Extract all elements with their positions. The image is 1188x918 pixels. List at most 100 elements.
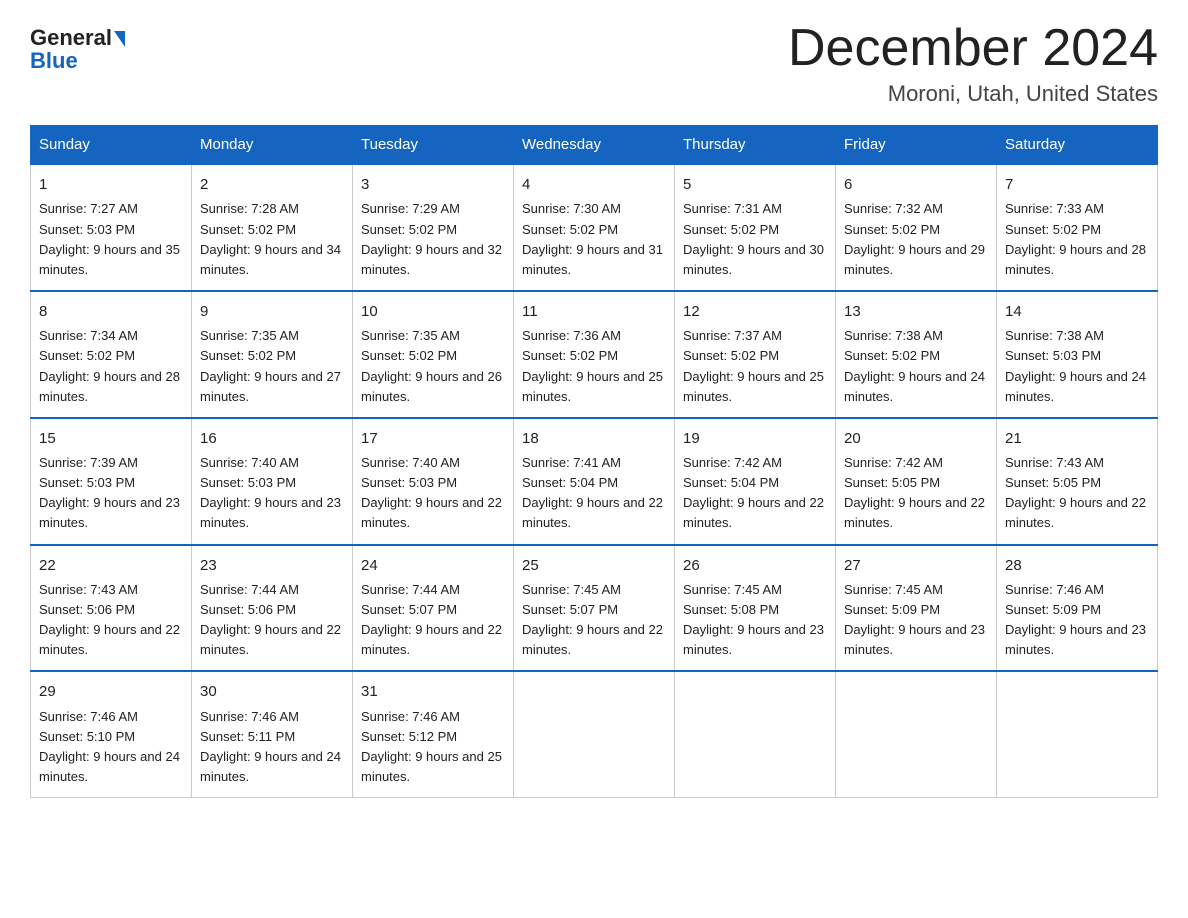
day-info: Sunrise: 7:32 AMSunset: 5:02 PMDaylight:… [844, 201, 985, 276]
day-cell: 19Sunrise: 7:42 AMSunset: 5:04 PMDayligh… [675, 418, 836, 545]
day-number: 4 [522, 173, 666, 196]
day-cell: 30 Sunrise: 7:46 AMSunset: 5:11 PMDayligh… [192, 671, 353, 797]
day-info: Sunrise: 7:46 AMSunset: 5:09 PMDaylight:… [1005, 582, 1146, 657]
day-cell: 17 Sunrise: 7:40 AMSunset: 5:03 PMDayligh… [353, 418, 514, 545]
day-info: Sunrise: 7:35 AMSunset: 5:02 PMDaylight:… [361, 328, 502, 403]
day-info: Sunrise: 7:44 AMSunset: 5:07 PMDaylight:… [361, 582, 502, 657]
day-info: Sunrise: 7:39 AMSunset: 5:03 PMDaylight:… [39, 455, 180, 530]
day-info: Sunrise: 7:42 AMSunset: 5:05 PMDaylight:… [844, 455, 985, 530]
day-number: 20 [844, 427, 988, 450]
day-number: 5 [683, 173, 827, 196]
day-info: Sunrise: 7:40 AMSunset: 5:03 PMDaylight:… [200, 455, 341, 530]
day-cell [675, 671, 836, 797]
day-number: 6 [844, 173, 988, 196]
day-cell: 29 Sunrise: 7:46 AMSunset: 5:10 PMDayligh… [31, 671, 192, 797]
location-title: Moroni, Utah, United States [788, 81, 1158, 107]
day-info: Sunrise: 7:38 AMSunset: 5:03 PMDaylight:… [1005, 328, 1146, 403]
day-info: Sunrise: 7:30 AMSunset: 5:02 PMDaylight:… [522, 201, 663, 276]
day-cell [514, 671, 675, 797]
day-number: 8 [39, 300, 183, 323]
logo-general: General [30, 26, 112, 50]
day-cell: 6 Sunrise: 7:32 AMSunset: 5:02 PMDaylight… [836, 164, 997, 291]
day-cell: 3 Sunrise: 7:29 AMSunset: 5:02 PMDaylight… [353, 164, 514, 291]
day-cell: 7Sunrise: 7:33 AMSunset: 5:02 PMDaylight… [997, 164, 1158, 291]
day-cell: 14Sunrise: 7:38 AMSunset: 5:03 PMDayligh… [997, 291, 1158, 418]
day-number: 2 [200, 173, 344, 196]
day-info: Sunrise: 7:33 AMSunset: 5:02 PMDaylight:… [1005, 201, 1146, 276]
day-cell: 22 Sunrise: 7:43 AMSunset: 5:06 PMDayligh… [31, 545, 192, 672]
day-info: Sunrise: 7:43 AMSunset: 5:05 PMDaylight:… [1005, 455, 1146, 530]
logo: General Blue [30, 20, 125, 74]
day-number: 31 [361, 680, 505, 703]
day-info: Sunrise: 7:28 AMSunset: 5:02 PMDaylight:… [200, 201, 341, 276]
week-row-5: 29 Sunrise: 7:46 AMSunset: 5:10 PMDayligh… [31, 671, 1158, 797]
day-cell: 9 Sunrise: 7:35 AMSunset: 5:02 PMDaylight… [192, 291, 353, 418]
day-info: Sunrise: 7:44 AMSunset: 5:06 PMDaylight:… [200, 582, 341, 657]
day-info: Sunrise: 7:46 AMSunset: 5:10 PMDaylight:… [39, 709, 180, 784]
day-cell: 10 Sunrise: 7:35 AMSunset: 5:02 PMDayligh… [353, 291, 514, 418]
week-row-1: 1Sunrise: 7:27 AMSunset: 5:03 PMDaylight… [31, 164, 1158, 291]
day-number: 19 [683, 427, 827, 450]
week-row-3: 15Sunrise: 7:39 AMSunset: 5:03 PMDayligh… [31, 418, 1158, 545]
day-info: Sunrise: 7:40 AMSunset: 5:03 PMDaylight:… [361, 455, 502, 530]
day-cell: 27 Sunrise: 7:45 AMSunset: 5:09 PMDayligh… [836, 545, 997, 672]
week-row-4: 22 Sunrise: 7:43 AMSunset: 5:06 PMDayligh… [31, 545, 1158, 672]
logo-triangle-icon [114, 31, 125, 47]
day-info: Sunrise: 7:45 AMSunset: 5:08 PMDaylight:… [683, 582, 824, 657]
day-cell: 5 Sunrise: 7:31 AMSunset: 5:02 PMDaylight… [675, 164, 836, 291]
day-number: 17 [361, 427, 505, 450]
day-number: 12 [683, 300, 827, 323]
page-header: General Blue December 2024 Moroni, Utah,… [30, 20, 1158, 107]
day-info: Sunrise: 7:37 AMSunset: 5:02 PMDaylight:… [683, 328, 824, 403]
day-number: 9 [200, 300, 344, 323]
col-thursday: Thursday [675, 126, 836, 165]
day-number: 23 [200, 554, 344, 577]
day-info: Sunrise: 7:31 AMSunset: 5:02 PMDaylight:… [683, 201, 824, 276]
day-number: 3 [361, 173, 505, 196]
day-cell: 15Sunrise: 7:39 AMSunset: 5:03 PMDayligh… [31, 418, 192, 545]
day-info: Sunrise: 7:35 AMSunset: 5:02 PMDaylight:… [200, 328, 341, 403]
day-info: Sunrise: 7:34 AMSunset: 5:02 PMDaylight:… [39, 328, 180, 403]
day-number: 30 [200, 680, 344, 703]
day-info: Sunrise: 7:45 AMSunset: 5:09 PMDaylight:… [844, 582, 985, 657]
day-number: 18 [522, 427, 666, 450]
day-info: Sunrise: 7:36 AMSunset: 5:02 PMDaylight:… [522, 328, 663, 403]
day-info: Sunrise: 7:29 AMSunset: 5:02 PMDaylight:… [361, 201, 502, 276]
header-row: Sunday Monday Tuesday Wednesday Thursday… [31, 126, 1158, 165]
day-info: Sunrise: 7:45 AMSunset: 5:07 PMDaylight:… [522, 582, 663, 657]
day-number: 26 [683, 554, 827, 577]
week-row-2: 8 Sunrise: 7:34 AMSunset: 5:02 PMDaylight… [31, 291, 1158, 418]
day-number: 29 [39, 680, 183, 703]
day-info: Sunrise: 7:41 AMSunset: 5:04 PMDaylight:… [522, 455, 663, 530]
day-cell: 23 Sunrise: 7:44 AMSunset: 5:06 PMDayligh… [192, 545, 353, 672]
day-cell [997, 671, 1158, 797]
col-sunday: Sunday [31, 126, 192, 165]
day-number: 22 [39, 554, 183, 577]
day-number: 24 [361, 554, 505, 577]
col-wednesday: Wednesday [514, 126, 675, 165]
day-cell: 18 Sunrise: 7:41 AMSunset: 5:04 PMDayligh… [514, 418, 675, 545]
day-info: Sunrise: 7:43 AMSunset: 5:06 PMDaylight:… [39, 582, 180, 657]
day-cell: 2 Sunrise: 7:28 AMSunset: 5:02 PMDaylight… [192, 164, 353, 291]
day-number: 21 [1005, 427, 1149, 450]
day-number: 10 [361, 300, 505, 323]
col-friday: Friday [836, 126, 997, 165]
day-number: 27 [844, 554, 988, 577]
day-cell: 21 Sunrise: 7:43 AMSunset: 5:05 PMDayligh… [997, 418, 1158, 545]
day-cell: 20 Sunrise: 7:42 AMSunset: 5:05 PMDayligh… [836, 418, 997, 545]
day-info: Sunrise: 7:46 AMSunset: 5:11 PMDaylight:… [200, 709, 341, 784]
day-cell: 31Sunrise: 7:46 AMSunset: 5:12 PMDayligh… [353, 671, 514, 797]
day-cell: 25 Sunrise: 7:45 AMSunset: 5:07 PMDayligh… [514, 545, 675, 672]
day-cell: 28Sunrise: 7:46 AMSunset: 5:09 PMDayligh… [997, 545, 1158, 672]
day-number: 16 [200, 427, 344, 450]
day-number: 13 [844, 300, 988, 323]
col-monday: Monday [192, 126, 353, 165]
calendar-table: Sunday Monday Tuesday Wednesday Thursday… [30, 125, 1158, 798]
day-number: 25 [522, 554, 666, 577]
day-cell: 16 Sunrise: 7:40 AMSunset: 5:03 PMDayligh… [192, 418, 353, 545]
day-cell: 8 Sunrise: 7:34 AMSunset: 5:02 PMDaylight… [31, 291, 192, 418]
day-cell: 12 Sunrise: 7:37 AMSunset: 5:02 PMDayligh… [675, 291, 836, 418]
month-title: December 2024 [788, 20, 1158, 77]
day-number: 11 [522, 300, 666, 323]
day-info: Sunrise: 7:38 AMSunset: 5:02 PMDaylight:… [844, 328, 985, 403]
